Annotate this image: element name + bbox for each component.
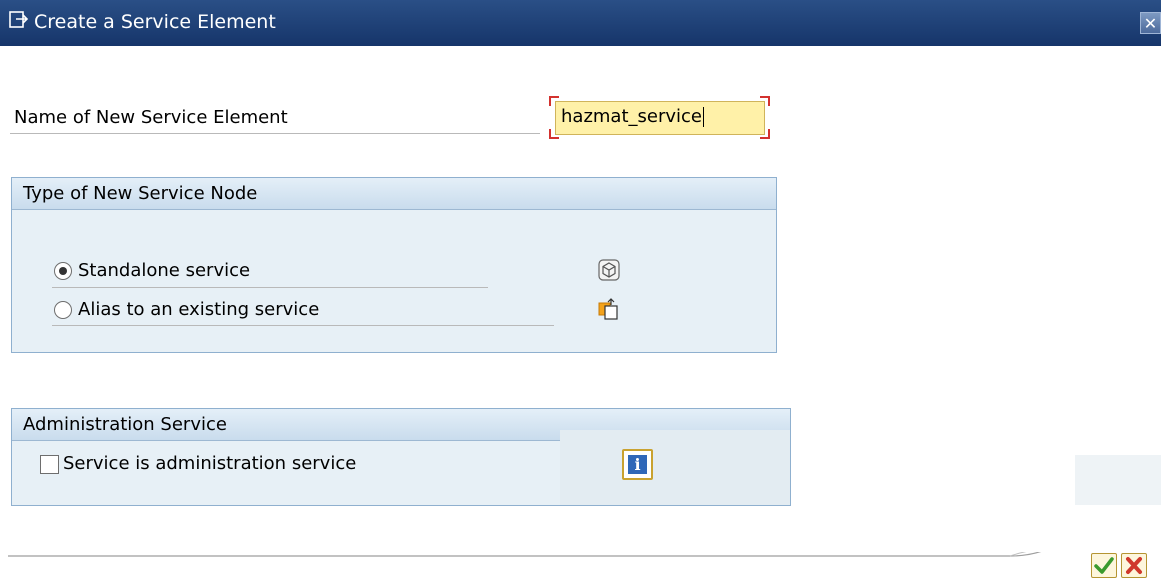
type-group-header: Type of New Service Node xyxy=(12,178,776,210)
background-shade xyxy=(1075,455,1161,505)
service-name-input[interactable]: hazmat_service xyxy=(555,101,765,135)
service-name-value: hazmat_service xyxy=(561,106,702,127)
alias-radio[interactable] xyxy=(54,301,72,319)
alias-underline xyxy=(52,325,554,326)
group-shade xyxy=(560,430,790,505)
close-icon: ✕ xyxy=(1143,14,1158,33)
standalone-underline xyxy=(52,287,488,288)
standalone-radio[interactable] xyxy=(54,262,72,280)
cancel-button[interactable] xyxy=(1121,553,1147,578)
name-label: Name of New Service Element xyxy=(14,107,288,128)
alias-label[interactable]: Alias to an existing service xyxy=(78,299,319,320)
info-icon: i xyxy=(628,455,647,474)
title-bar: Create a Service Element ✕ xyxy=(0,0,1161,46)
admin-service-checkbox[interactable] xyxy=(40,455,59,474)
dialog-icon xyxy=(9,11,29,28)
close-button[interactable]: ✕ xyxy=(1140,12,1161,34)
name-label-underline xyxy=(10,133,540,134)
text-caret xyxy=(703,107,704,127)
info-button[interactable]: i xyxy=(622,449,653,480)
standalone-label[interactable]: Standalone service xyxy=(78,260,250,281)
footer-divider xyxy=(8,552,1041,557)
checkmark-icon xyxy=(1094,557,1114,574)
window-title: Create a Service Element xyxy=(34,11,276,33)
cancel-x-icon xyxy=(1126,557,1142,574)
admin-service-label[interactable]: Service is administration service xyxy=(63,453,356,474)
radio-selected-dot xyxy=(59,267,67,275)
alias-folder-icon xyxy=(598,298,618,320)
ok-button[interactable] xyxy=(1091,553,1117,578)
service-cube-icon xyxy=(598,259,620,281)
